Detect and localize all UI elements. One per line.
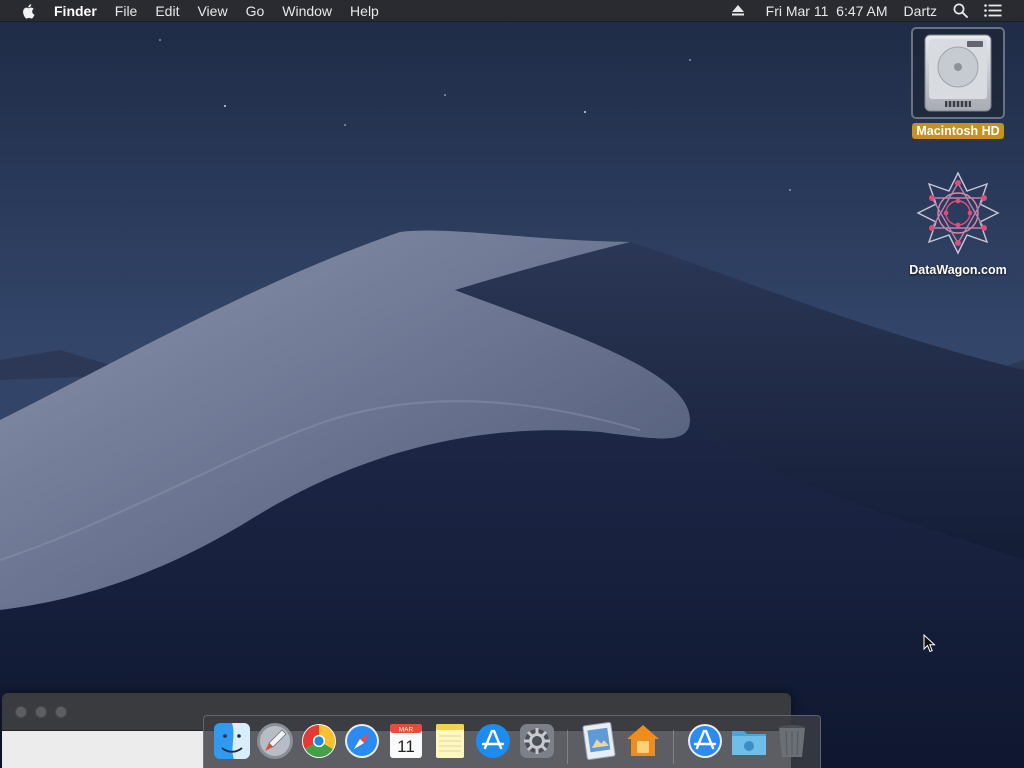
dock-item-trash[interactable]: [771, 721, 815, 768]
applications-folder-icon: [688, 724, 723, 758]
dock-item-system-preferences[interactable]: [515, 721, 559, 768]
dock-separator: [567, 730, 569, 764]
safari-icon: [345, 724, 380, 758]
menubar-user[interactable]: Dartz: [896, 0, 945, 22]
dock-item-downloads[interactable]: [727, 721, 771, 768]
dock-item-home[interactable]: [621, 721, 665, 768]
dock-item-preview[interactable]: [577, 721, 621, 768]
dock-item-app-store[interactable]: [471, 721, 515, 768]
menu-go[interactable]: Go: [237, 0, 274, 22]
home-icon: [626, 725, 659, 756]
eject-icon[interactable]: [724, 0, 752, 22]
window-close-button[interactable]: [15, 705, 27, 718]
window-minimize-button[interactable]: [35, 705, 47, 718]
menu-bar: Finder File Edit View Go Window Help Fri…: [0, 0, 1024, 22]
dock-item-calendar[interactable]: MAR 11: [384, 721, 428, 768]
trash-icon: [779, 725, 806, 757]
dock-item-finder[interactable]: [210, 721, 254, 768]
datawagon-star-icon: [913, 168, 1003, 258]
system-preferences-icon: [519, 724, 554, 758]
dock-item-chrome[interactable]: [297, 721, 341, 768]
dock-item-applications[interactable]: [683, 721, 727, 768]
menu-window[interactable]: Window: [273, 0, 341, 22]
desktop-icon-macintosh-hd[interactable]: Macintosh HD: [906, 27, 1010, 139]
hard-drive-icon: [911, 27, 1005, 119]
calendar-month: MAR: [399, 727, 414, 734]
dock: MAR 11: [203, 715, 821, 768]
preview-icon: [582, 721, 616, 761]
chrome-icon: [301, 724, 336, 758]
menu-view[interactable]: View: [188, 0, 236, 22]
desktop-icon-label: Macintosh HD: [912, 123, 1004, 139]
menu-edit[interactable]: Edit: [146, 0, 188, 22]
calendar-day: 11: [397, 737, 415, 756]
dock-item-launchpad[interactable]: [254, 721, 298, 768]
mouse-cursor-icon: [923, 634, 936, 653]
desktop-icon-datawagon[interactable]: DataWagon.com: [896, 168, 1020, 278]
downloads-folder-icon: [731, 731, 766, 755]
desktop-wallpaper: [0, 0, 1024, 768]
apple-menu-icon[interactable]: [8, 0, 48, 22]
menu-file[interactable]: File: [106, 0, 147, 22]
finder-icon: [213, 723, 250, 759]
window-zoom-button[interactable]: [55, 705, 67, 718]
app-store-icon: [476, 724, 511, 758]
menu-help[interactable]: Help: [341, 0, 388, 22]
desktop-icon-label: DataWagon.com: [909, 263, 1007, 277]
dock-item-notes[interactable]: [428, 721, 472, 768]
launchpad-icon: [257, 723, 294, 759]
menubar-clock[interactable]: Fri Mar 11 6:47 AM: [752, 0, 896, 22]
calendar-icon: MAR 11: [389, 724, 422, 758]
dock-separator: [673, 730, 675, 764]
spotlight-icon[interactable]: [945, 0, 976, 22]
dock-item-safari[interactable]: [341, 721, 385, 768]
notification-center-icon[interactable]: [976, 0, 1010, 22]
menu-app-finder[interactable]: Finder: [48, 0, 106, 22]
notes-icon: [435, 724, 464, 758]
